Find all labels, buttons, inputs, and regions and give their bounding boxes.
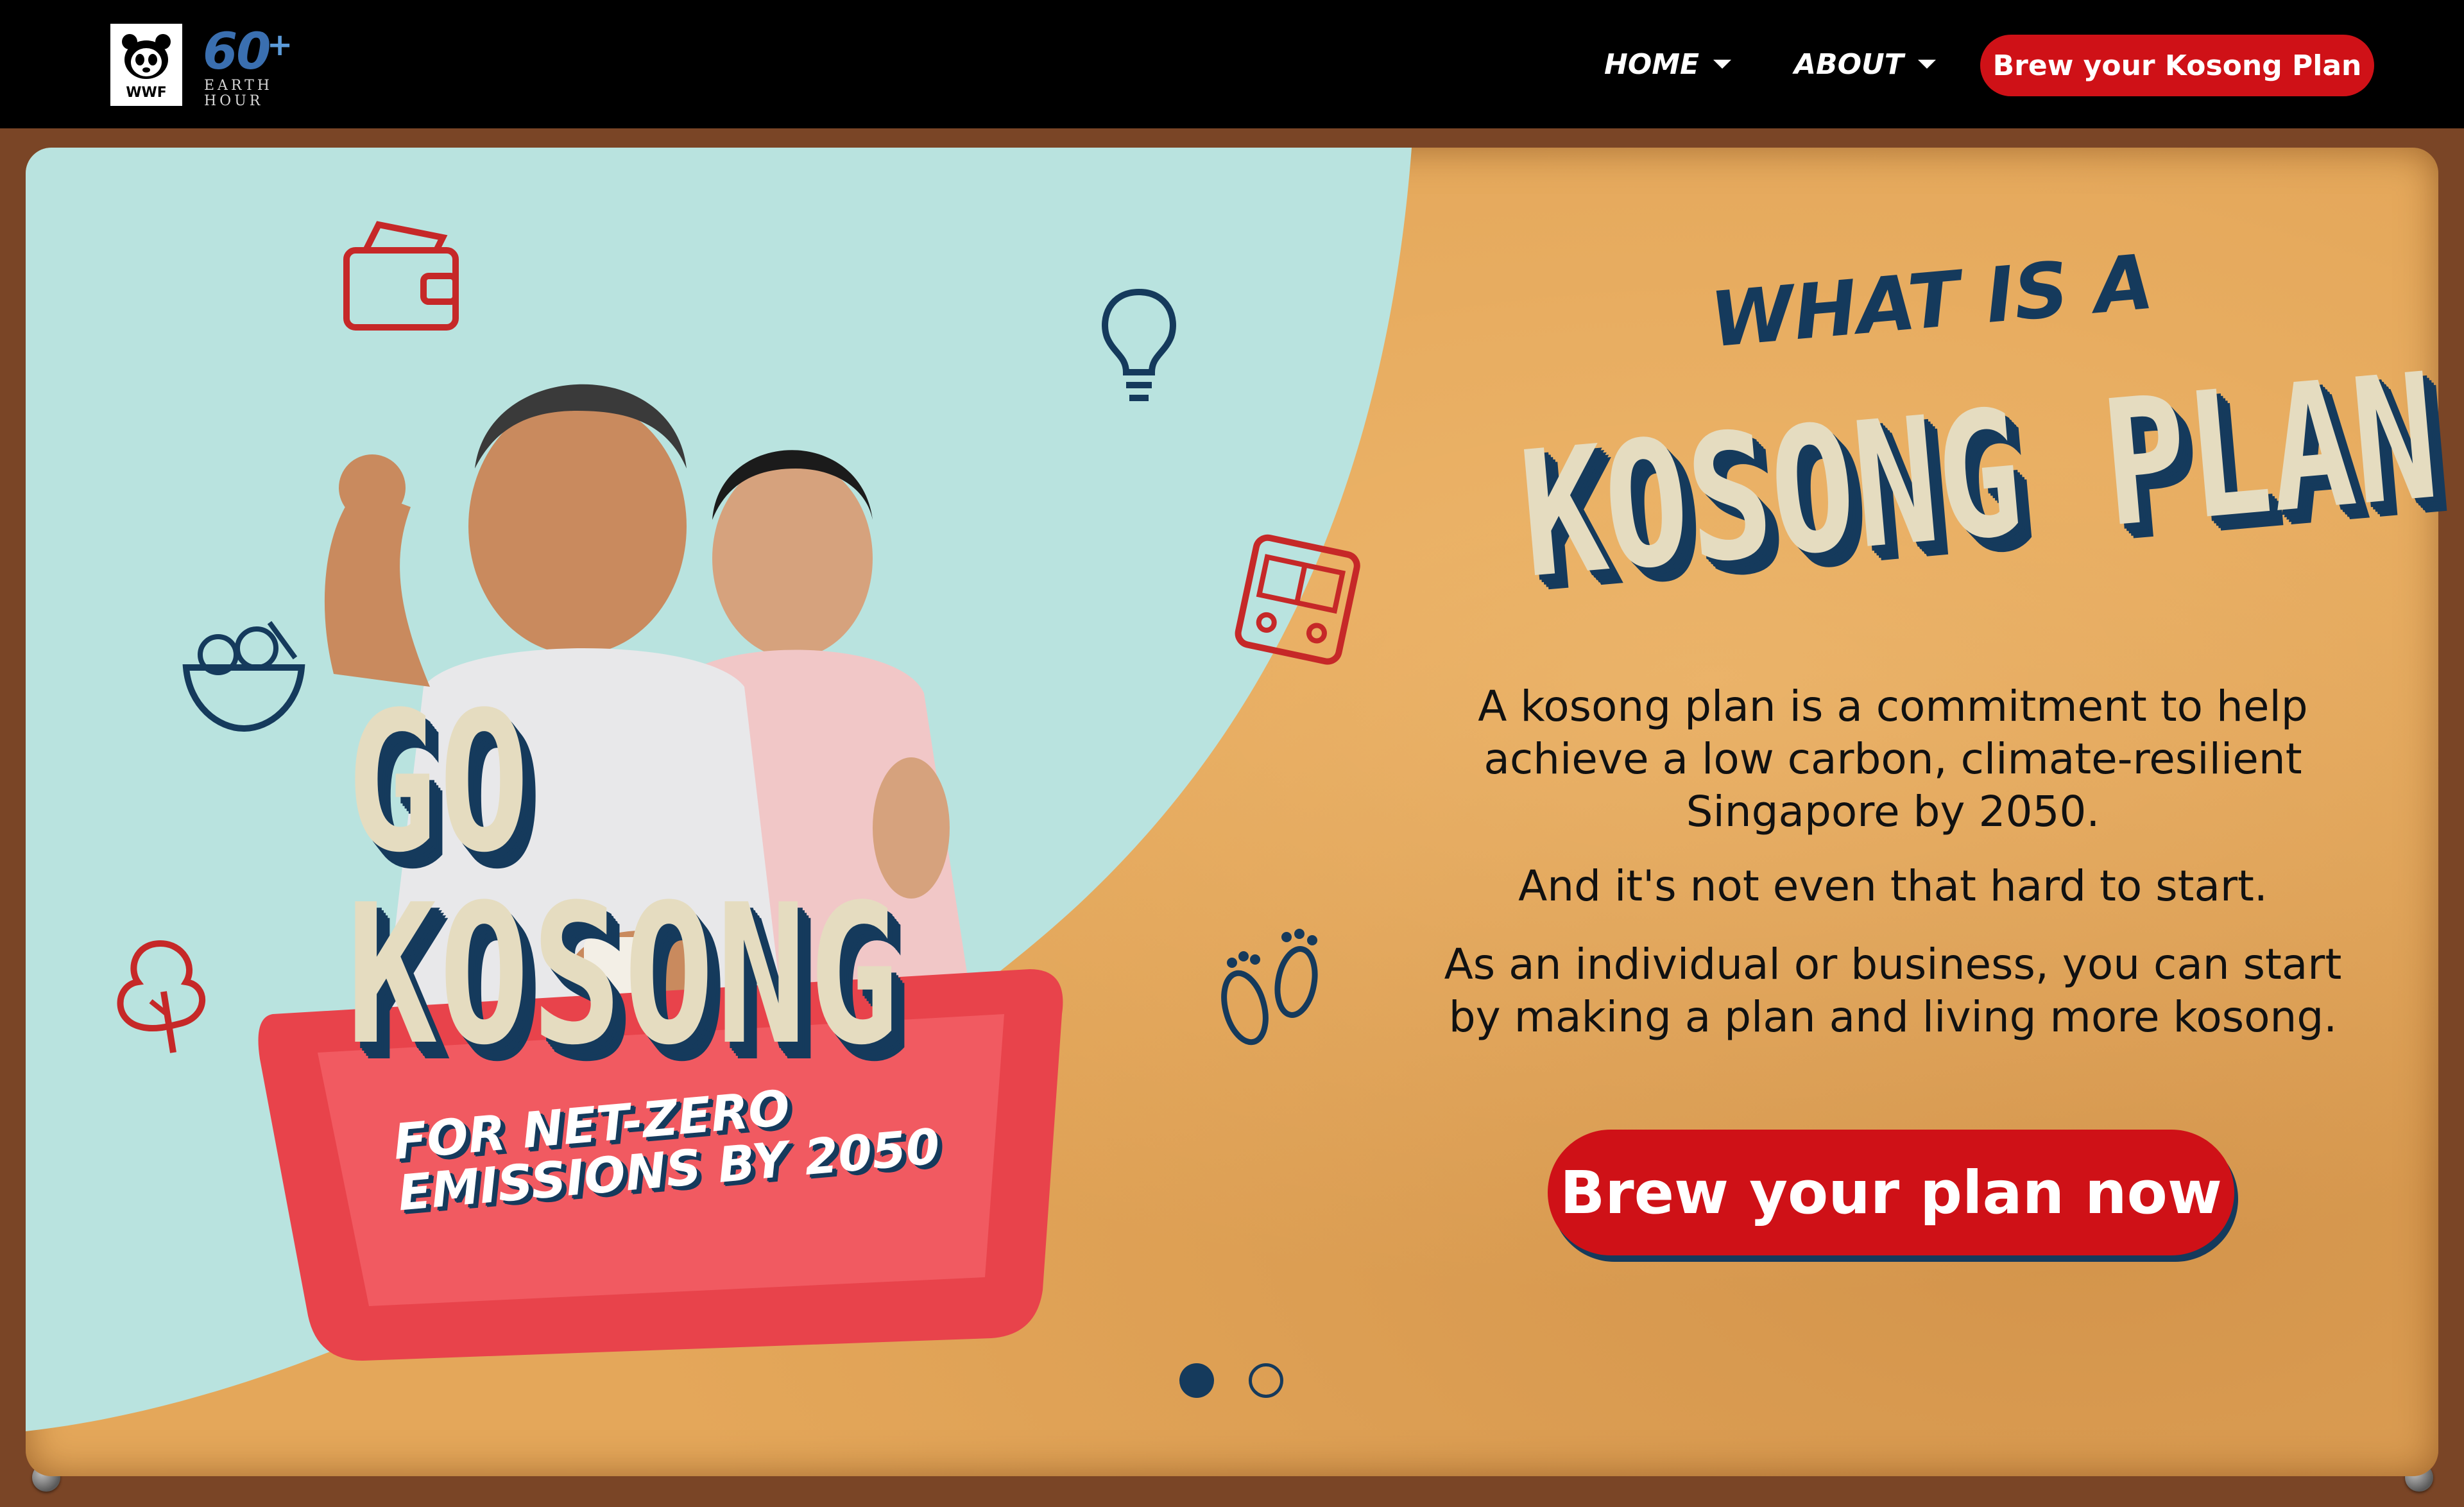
chevron-down-icon xyxy=(1713,60,1732,69)
brew-kosong-plan-button[interactable]: Brew your Kosong Plan xyxy=(1980,35,2374,96)
bus-icon xyxy=(1235,534,1360,665)
nav-about-label: ABOUT xyxy=(1794,47,1904,81)
tree-icon xyxy=(117,940,205,1053)
intro-paragraph-1: A kosong plan is a commitment to help ac… xyxy=(1478,682,2308,836)
chevron-down-icon xyxy=(1917,60,1936,69)
wallet-icon xyxy=(343,221,459,331)
earth-hour-line2: HOUR xyxy=(204,93,264,109)
carousel-dot-2[interactable] xyxy=(1249,1363,1283,1398)
footprints-icon xyxy=(1221,929,1318,1046)
earth-hour-logo[interactable]: 60 + EARTH HOUR xyxy=(200,23,296,109)
earth-hour-text: EARTH HOUR xyxy=(204,78,273,109)
earth-hour-line1: EARTH xyxy=(204,78,273,94)
nav-home-dropdown[interactable]: HOME xyxy=(1604,45,1732,83)
lightbulb-icon xyxy=(1102,288,1176,401)
wwf-logo-text: WWF xyxy=(126,85,167,101)
carousel-dot-1-active[interactable] xyxy=(1179,1363,1214,1398)
headline-go: GO xyxy=(346,671,532,895)
hero-section: GO KOSONG FOR NET-ZERO EMISSIONS BY 2050… xyxy=(0,128,2464,1507)
top-navbar: WWF 60 + EARTH HOUR HOME ABOUT Brew your… xyxy=(0,0,2464,128)
intro-paragraph-3: As an individual or business, you can st… xyxy=(1444,940,2342,1042)
nav-home-label: HOME xyxy=(1604,47,1700,81)
brew-plan-now-button[interactable]: Brew your plan now xyxy=(1548,1130,2234,1255)
headline-kosong: KOSONG xyxy=(346,863,902,1087)
panda-icon xyxy=(122,34,171,79)
earth-hour-number: 60 xyxy=(203,23,271,81)
nav-about-dropdown[interactable]: ABOUT xyxy=(1794,45,1936,83)
earth-hour-plus: + xyxy=(267,27,293,63)
intro-paragraph-2: And it's not even that hard to start. xyxy=(1518,861,2268,911)
wwf-logo[interactable]: WWF xyxy=(110,24,182,106)
salad-bowl-icon xyxy=(182,621,305,732)
